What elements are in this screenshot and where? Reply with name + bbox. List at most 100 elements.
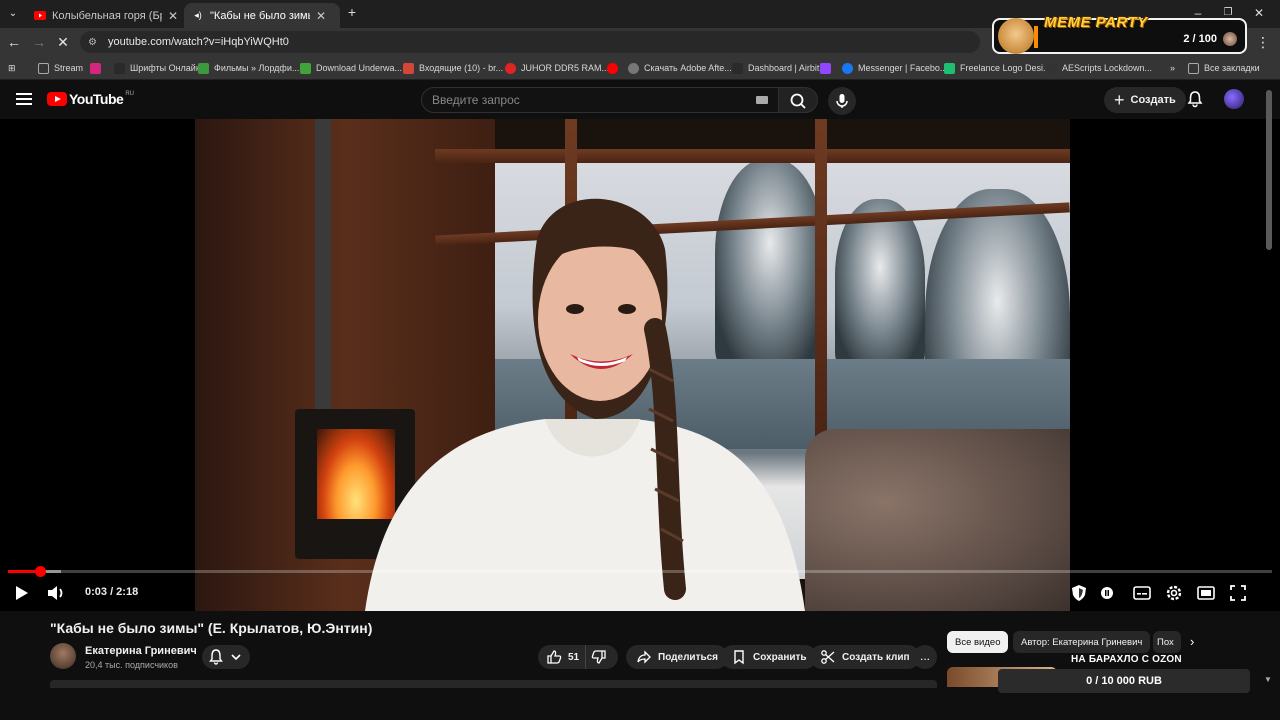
forward-icon[interactable]: → bbox=[30, 33, 48, 51]
subtitles-icon[interactable] bbox=[1131, 582, 1153, 604]
new-tab-button[interactable]: + bbox=[342, 4, 362, 20]
bookmark-icon-only[interactable] bbox=[90, 60, 106, 76]
bookmark-airbit[interactable]: Dashboard | Airbit bbox=[732, 60, 819, 76]
bell-icon bbox=[209, 649, 241, 665]
bookmark-stream[interactable]: Stream bbox=[38, 60, 83, 76]
thumbs-down-icon bbox=[591, 650, 606, 664]
video-frame[interactable] bbox=[195, 119, 1070, 611]
site-favicon-icon bbox=[300, 62, 311, 74]
search-input[interactable]: Введите запрос bbox=[421, 87, 779, 113]
chip-all-videos[interactable]: Все видео bbox=[947, 631, 1009, 653]
close-window-icon[interactable]: ✕ bbox=[1249, 6, 1269, 20]
keyboard-icon[interactable] bbox=[756, 96, 768, 104]
menu-icon[interactable] bbox=[16, 93, 32, 105]
apps-grid-icon[interactable]: ⊞ bbox=[8, 60, 16, 76]
bookmark-messenger[interactable]: Messenger | Facebo... bbox=[842, 60, 947, 76]
progress-bar[interactable] bbox=[8, 566, 1272, 577]
more-actions-button[interactable]: ... bbox=[913, 645, 937, 669]
site-favicon-icon bbox=[198, 62, 209, 74]
clip-button[interactable]: Создать клип bbox=[810, 645, 920, 669]
clip-label: Создать клип bbox=[842, 651, 910, 663]
like-dislike-group: 51 bbox=[538, 645, 618, 669]
bookmark-fonts[interactable]: Шрифты Онлайн bbox=[114, 60, 201, 76]
singer-figure bbox=[365, 198, 805, 611]
tab-1[interactable]: Колыбельная горя (Бруксы) О ✕ bbox=[26, 3, 186, 28]
audio-playing-icon: ◂) bbox=[194, 10, 202, 20]
user-avatar[interactable] bbox=[1224, 89, 1244, 109]
scissors-icon bbox=[821, 650, 835, 664]
subscription-bell-button[interactable] bbox=[202, 645, 250, 669]
channel-name[interactable]: Екатерина Гриневич bbox=[85, 645, 197, 657]
like-count: 51 bbox=[568, 651, 580, 663]
bookmark-youtube[interactable] bbox=[607, 60, 623, 76]
plus-icon: + bbox=[1114, 89, 1125, 110]
more-bookmarks-icon[interactable]: » bbox=[1170, 60, 1175, 76]
share-button[interactable]: Поделиться bbox=[626, 645, 729, 669]
bookmark-gmail[interactable]: Входящие (10) - br... bbox=[403, 60, 503, 76]
coin-icon bbox=[1223, 32, 1237, 46]
site-favicon-icon bbox=[505, 62, 516, 74]
back-icon[interactable]: ← bbox=[5, 33, 23, 51]
bookmarks-bar: ⊞ Stream Шрифты Онлайн Фильмы » Лордфи..… bbox=[0, 56, 1280, 80]
chevron-right-icon[interactable]: › bbox=[1190, 635, 1204, 649]
fullscreen-icon[interactable] bbox=[1227, 582, 1249, 604]
address-bar[interactable]: ⚙ youtube.com/watch?v=iHqbYiWQHt0 bbox=[80, 31, 980, 53]
search-button[interactable] bbox=[778, 87, 818, 113]
youtube-play-icon bbox=[47, 92, 67, 106]
bookmark-films[interactable]: Фильмы » Лордфи... bbox=[198, 60, 299, 76]
site-favicon-icon bbox=[1046, 62, 1057, 74]
logo-word: YouTube bbox=[69, 91, 124, 107]
notifications-bell-icon[interactable] bbox=[1186, 90, 1204, 108]
volume-icon[interactable] bbox=[45, 582, 67, 604]
bookmark-twitch[interactable] bbox=[820, 60, 836, 76]
all-bookmarks[interactable]: Все закладки bbox=[1188, 60, 1260, 76]
create-button[interactable]: + Создать bbox=[1104, 87, 1186, 113]
folder-icon bbox=[38, 62, 49, 74]
roof-beam bbox=[435, 149, 1070, 163]
tab-title: "Кабы не было зимы" (Е. К bbox=[210, 9, 310, 22]
channel-avatar[interactable] bbox=[50, 643, 76, 669]
close-tab-icon[interactable]: ✕ bbox=[168, 9, 178, 23]
browser-menu-icon[interactable]: ⋮ bbox=[1254, 33, 1272, 51]
tab-title: Колыбельная горя (Бруксы) О bbox=[52, 9, 162, 22]
chip-author[interactable]: Автор: Екатерина Гриневич bbox=[1013, 631, 1151, 653]
bookmark-download[interactable]: Download Underwa... bbox=[300, 60, 402, 76]
meme-party-widget: MEME PARTY 2 / 100 bbox=[992, 14, 1247, 54]
tab-2[interactable]: ◂) "Кабы не было зимы" (Е. К ✕ bbox=[184, 3, 340, 28]
bookmark-ram[interactable]: JUHOR DDR5 RAM... bbox=[505, 60, 609, 76]
youtube-logo[interactable]: YouTube RU bbox=[47, 91, 134, 107]
youtube-header: YouTube RU Введите запрос + Создать bbox=[0, 81, 1280, 119]
meme-bar-accent bbox=[1034, 26, 1038, 48]
dislike-button[interactable] bbox=[586, 645, 618, 669]
meme-count: 2 / 100 bbox=[1183, 33, 1217, 45]
description-box[interactable] bbox=[50, 680, 937, 688]
site-info-icon[interactable]: ⚙ bbox=[88, 37, 100, 48]
create-label: Создать bbox=[1130, 94, 1176, 106]
bookmark-icon bbox=[734, 650, 744, 665]
page-scrollbar[interactable] bbox=[1266, 90, 1272, 250]
settings-gear-icon[interactable] bbox=[1163, 582, 1185, 604]
bookmark-freelance[interactable]: Freelance Logo Desi... bbox=[944, 60, 1051, 76]
save-label: Сохранить bbox=[753, 651, 807, 663]
site-favicon-icon bbox=[944, 62, 955, 74]
bookmark-aescripts[interactable]: AEScripts Lockdown... bbox=[1046, 60, 1152, 76]
bookmark-adobe[interactable]: Скачать Adobe Afte... bbox=[628, 60, 732, 76]
like-button[interactable]: 51 bbox=[538, 645, 586, 669]
voice-search-button[interactable] bbox=[828, 87, 856, 115]
theater-mode-icon[interactable] bbox=[1195, 582, 1217, 604]
folder-icon bbox=[1188, 62, 1199, 74]
microphone-icon bbox=[836, 94, 848, 108]
close-tab-icon[interactable]: ✕ bbox=[316, 9, 326, 23]
tab-search-icon[interactable]: ⌄ bbox=[4, 5, 22, 23]
autoplay-toggle-icon[interactable] bbox=[1096, 582, 1118, 604]
chip-related[interactable]: Пох bbox=[1153, 631, 1181, 653]
stop-loading-icon[interactable]: ✕ bbox=[54, 33, 72, 51]
globe-icon bbox=[628, 62, 639, 74]
adblock-shield-icon[interactable] bbox=[1068, 582, 1090, 604]
scroll-down-arrow-icon[interactable]: ▼ bbox=[1264, 675, 1272, 684]
video-player[interactable]: 0:03 / 2:18 bbox=[0, 119, 1280, 611]
restore-icon[interactable]: ❐ bbox=[1218, 7, 1238, 18]
play-icon[interactable] bbox=[10, 582, 32, 604]
scrubber-handle[interactable] bbox=[34, 566, 46, 577]
save-button[interactable]: Сохранить bbox=[721, 645, 817, 669]
